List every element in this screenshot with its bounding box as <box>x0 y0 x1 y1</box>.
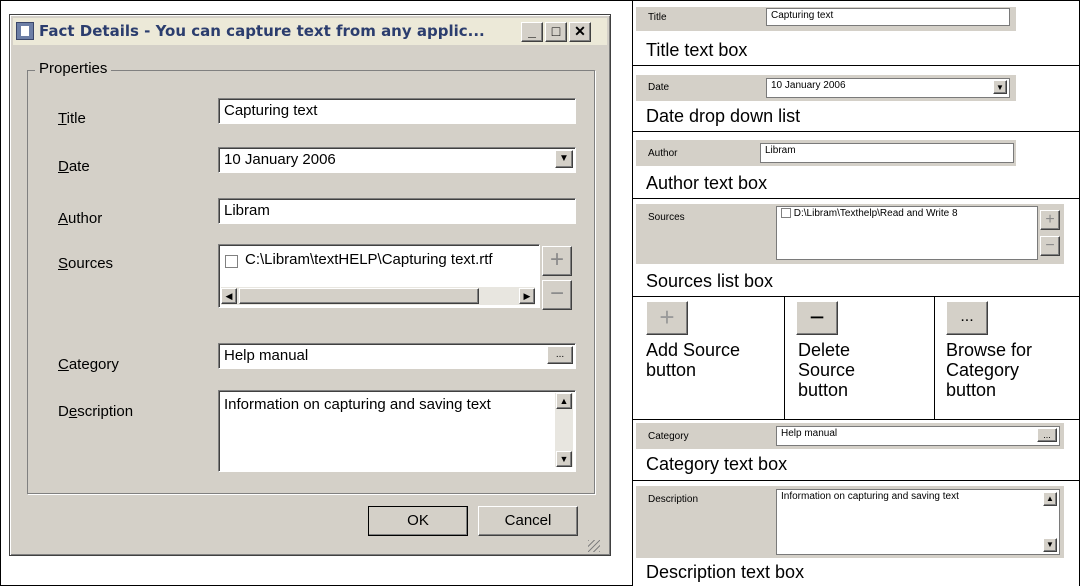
scroll-left-icon[interactable]: ◀ <box>221 288 237 304</box>
legend-browse-caption-1: Browse for <box>946 340 1033 360</box>
legend-description-label: Description <box>648 494 699 505</box>
legend-add-source-icon: + <box>1040 210 1060 230</box>
dialog-titlebar[interactable]: Fact Details - You can capture text from… <box>13 18 607 45</box>
dropdown-arrow-icon[interactable]: ▼ <box>555 150 573 168</box>
legend-title-input: Capturing text <box>766 8 1010 26</box>
legend-description-textarea: Information on capturing and saving text… <box>776 489 1060 555</box>
legend-title-caption: Title text box <box>646 40 748 60</box>
legend-author-input: Libram <box>760 143 1014 163</box>
sources-hscrollbar[interactable]: ◀ ▶ <box>221 287 535 305</box>
legend-divider-2 <box>632 131 1080 132</box>
properties-group-label: Properties <box>35 60 112 77</box>
description-label: Description <box>58 403 134 420</box>
legend-delete-caption-2: Source <box>798 360 856 380</box>
legend-sources-label: Sources <box>648 212 685 223</box>
legend-date-dropdown: 10 January 2006 ▼ <box>766 78 1010 98</box>
legend-description-caption: Description text box <box>646 562 805 582</box>
legend-author-label: Author <box>648 148 678 159</box>
legend-date-label: Date <box>648 82 670 93</box>
dialog-title: Fact Details - You can capture text from… <box>39 22 485 40</box>
legend-date-value: 10 January 2006 <box>771 80 846 91</box>
scroll-down-icon[interactable]: ▼ <box>556 451 572 467</box>
legend-sources-caption: Sources list box <box>646 271 774 291</box>
author-input[interactable]: Libram <box>218 198 576 224</box>
description-vscrollbar[interactable]: ▲ ▼ <box>555 393 573 467</box>
legend-category-value: Help manual <box>781 428 838 439</box>
legend-source-checkbox <box>781 208 791 219</box>
browse-category-button[interactable]: ... <box>547 346 573 364</box>
legend-author-caption: Author text box <box>646 173 768 193</box>
legend-delete-caption-1: Delete <box>798 340 851 360</box>
legend-category-label: Category <box>648 431 689 442</box>
legend-button-divider-2 <box>934 296 935 419</box>
title-input[interactable]: Capturing text <box>218 98 576 124</box>
date-label: Date <box>58 158 90 175</box>
legend-delete-caption-3: button <box>798 380 849 400</box>
legend-divider-5 <box>632 419 1080 420</box>
outer-left-border <box>0 0 1 586</box>
legend-browse-caption-3: button <box>946 380 997 400</box>
add-source-button[interactable]: + <box>542 246 572 276</box>
legend-add-source-button: + <box>646 301 688 335</box>
legend-button-divider-1 <box>784 296 785 419</box>
legend-divider-6 <box>632 480 1080 481</box>
legend-add-caption-2: button <box>646 360 697 380</box>
app-icon <box>16 22 34 40</box>
legend-dropdown-arrow-icon: ▼ <box>993 80 1007 94</box>
legend-description-text: Information on capturing and saving text <box>781 491 959 502</box>
resize-grip-icon[interactable] <box>588 540 600 552</box>
outer-top-border <box>0 0 1080 1</box>
description-text: Information on capturing and saving text <box>224 396 491 413</box>
legend-delete-source-button: − <box>796 301 838 335</box>
scroll-right-icon[interactable]: ▶ <box>519 288 535 304</box>
outer-middle-border <box>632 0 633 586</box>
author-label: Author <box>58 210 103 227</box>
legend-delete-source-icon: − <box>1040 236 1060 256</box>
legend-browse-caption-2: Category <box>946 360 1020 380</box>
date-value: 10 January 2006 <box>224 151 336 168</box>
legend-title-label: Title <box>648 12 667 23</box>
legend-divider-4 <box>632 296 1080 297</box>
legend-sources-listbox: D:\Libram\Texthelp\Read and Write 8 <box>776 206 1038 260</box>
category-input[interactable]: Help manual ... <box>218 343 576 369</box>
category-value: Help manual <box>224 347 309 364</box>
ok-button[interactable]: OK <box>368 506 468 536</box>
date-dropdown[interactable]: 10 January 2006 ▼ <box>218 147 576 173</box>
legend-browse-button: ... <box>946 301 988 335</box>
source-item: C:\Libram\textHELP\Capturing text.rtf <box>245 251 493 268</box>
cancel-button[interactable]: Cancel <box>478 506 578 536</box>
minimize-button[interactable]: _ <box>521 22 543 42</box>
legend-source-item: D:\Libram\Texthelp\Read and Write 8 <box>793 208 958 219</box>
maximize-button[interactable]: □ <box>545 22 567 42</box>
title-label: Title <box>58 110 86 127</box>
sources-listbox[interactable]: C:\Libram\textHELP\Capturing text.rtf ◀ … <box>218 244 540 308</box>
legend-scroll-down-icon: ▼ <box>1043 538 1057 552</box>
scroll-thumb[interactable] <box>239 288 479 304</box>
category-label: Category <box>58 356 119 373</box>
legend-category-input: Help manual ... <box>776 426 1060 446</box>
source-checkbox[interactable] <box>225 255 238 268</box>
scroll-up-icon[interactable]: ▲ <box>556 393 572 409</box>
delete-source-button[interactable]: − <box>542 280 572 310</box>
sources-label: Sources <box>58 255 114 272</box>
legend-divider-1 <box>632 65 1080 66</box>
legend-category-caption: Category text box <box>646 454 788 474</box>
legend-category-browse: ... <box>1037 428 1057 442</box>
description-textarea[interactable]: Information on capturing and saving text… <box>218 390 576 472</box>
legend-add-caption-1: Add Source <box>646 340 741 360</box>
legend-date-caption: Date drop down list <box>646 106 801 126</box>
legend-scroll-up-icon: ▲ <box>1043 492 1057 506</box>
legend-divider-3 <box>632 198 1080 199</box>
close-button[interactable]: ✕ <box>569 22 591 42</box>
